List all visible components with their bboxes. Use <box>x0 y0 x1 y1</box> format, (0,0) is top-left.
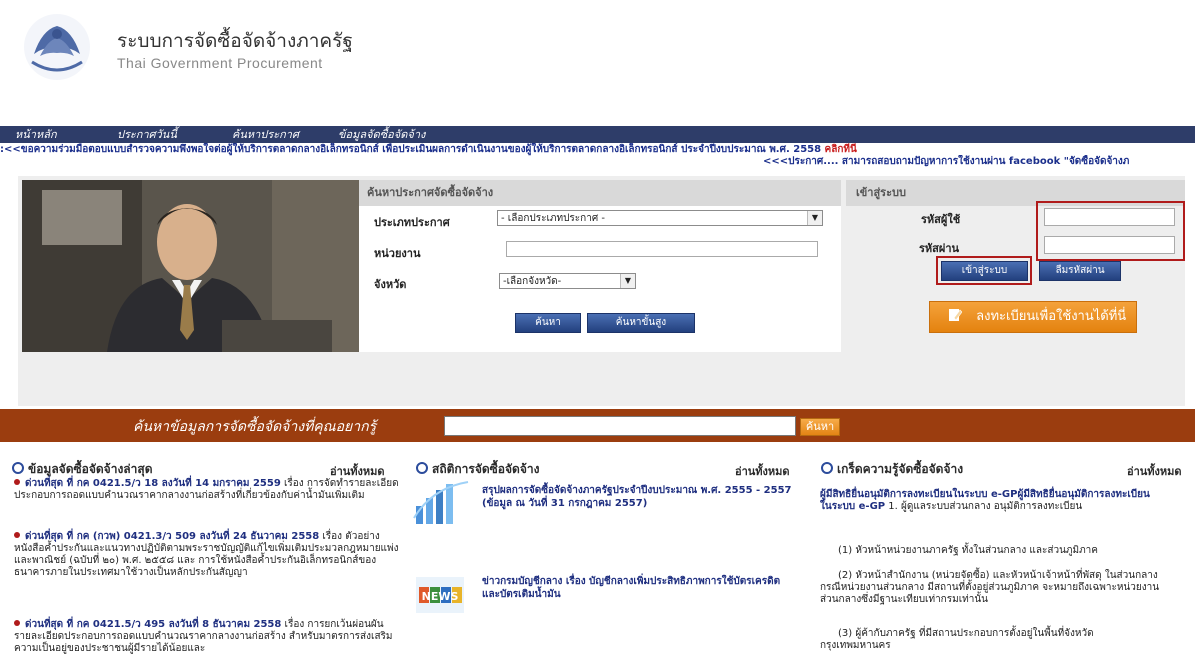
circle-icon <box>821 462 833 474</box>
agency-label: หน่วยงาน <box>374 247 421 260</box>
password-input[interactable] <box>1044 236 1175 254</box>
quick-search-label: ค้นหาข้อมูลการจัดซื้อจัดจ้างที่คุณอยากรู… <box>133 419 377 435</box>
list-item[interactable]: ด่วนที่สุด ที่ กค 0421.5/ว 495 ลงวันที่ … <box>14 619 399 655</box>
type-label: ประเภทประกาศ <box>374 216 450 229</box>
news-icon: NEWS <box>416 577 464 613</box>
bullet-icon <box>14 620 20 626</box>
quick-search-button[interactable]: ค้นหา <box>800 418 840 436</box>
list-item[interactable]: ด่วนที่สุด ที่ กค (กวพ) 0421.3/ว 509 ลงว… <box>14 531 399 579</box>
stats-item-summary[interactable]: สรุปผลการจัดซื้อจัดจ้างภาครัฐประจำปีงบปร… <box>482 484 792 510</box>
stats-item-news[interactable]: ข่าวกรมบัญชีกลาง เรื่อง บัญชีกลางเพิ่มปร… <box>482 575 792 601</box>
password-label: รหัสผ่าน <box>919 242 960 255</box>
username-label: รหัสผู้ใช้ <box>921 213 961 226</box>
comptroller-logo <box>22 12 92 82</box>
ticker-facebook: <<<ประกาศ.... สามารถสอบถามปัญหาการใช้งาน… <box>0 155 1195 168</box>
stats-readall-link[interactable]: อ่านทั้งหมด <box>735 462 790 480</box>
knowledge-heading: เกร็ดความรู้จัดซื้อจัดจ้าง <box>821 460 963 479</box>
ticker-survey-link[interactable]: คลิกที่นี่ <box>825 144 857 155</box>
quick-search-input[interactable] <box>444 416 796 436</box>
nav-procurement-data[interactable]: ข้อมูลจัดซื้อจัดจ้าง <box>338 126 425 143</box>
chevron-down-icon: ▼ <box>807 211 822 225</box>
ticker-facebook-text: <<<ประกาศ.... สามารถสอบถามปัญหาการใช้งาน… <box>763 156 1130 167</box>
circle-icon <box>12 462 24 474</box>
advanced-search-button[interactable]: ค้นหาขั้นสูง <box>587 313 695 333</box>
pencil-icon <box>948 304 963 334</box>
knowledge-line: (1) หัวหน้าหน่วยงานภาครัฐ ทั้งในส่วนกลาง… <box>838 545 1098 556</box>
latest-heading: ข้อมูลจัดซื้อจัดจ้างล่าสุด <box>12 460 153 479</box>
circle-icon <box>416 462 428 474</box>
province-label: จังหวัด <box>374 278 407 291</box>
main-nav: หน้าหลัก ประกาศวันนี้ ค้นหาประกาศ ข้อมูล… <box>0 126 1195 143</box>
nav-search-announcement[interactable]: ค้นหาประกาศ <box>232 126 299 143</box>
search-button[interactable]: ค้นหา <box>515 313 581 333</box>
search-heading: ค้นหาประกาศจัดซื้อจัดจ้าง <box>359 180 841 206</box>
list-item[interactable]: ด่วนที่สุด ที่ กค 0421.5/ว 18 ลงวันที่ 1… <box>14 478 399 502</box>
province-select[interactable]: -เลือกจังหวัด- ▼ <box>499 273 636 289</box>
svg-text:NEWS: NEWS <box>422 590 459 603</box>
knowledge-readall-link[interactable]: อ่านทั้งหมด <box>1127 462 1182 480</box>
site-title: ระบบการจัดซื้อจัดจ้างภาครัฐ <box>117 30 353 52</box>
chevron-down-icon: ▼ <box>620 274 635 288</box>
forgot-password-button[interactable]: ลืมรหัสผ่าน <box>1039 261 1121 281</box>
knowledge-line: (2) หัวหน้าสำนักงาน (หน่วยจัดซื้อ) และหั… <box>820 570 1160 605</box>
nav-today[interactable]: ประกาศวันนี้ <box>117 126 177 143</box>
login-button[interactable]: เข้าสู่ระบบ <box>941 261 1028 281</box>
knowledge-intro: ผู้มีสิทธิยื่นอนุมัติการลงทะเบียนในระบบ … <box>820 489 1150 512</box>
site-subtitle: Thai Government Procurement <box>117 55 323 71</box>
agency-input[interactable] <box>506 241 818 257</box>
stats-heading: สถิติการจัดซื้อจัดจ้าง <box>416 460 539 479</box>
executive-photo <box>22 180 359 352</box>
bullet-icon <box>14 479 20 485</box>
username-input[interactable] <box>1044 208 1175 226</box>
ticker-survey-text: :<<ขอความร่วมมือตอบแบบสำรวจความพึงพอใจต่… <box>0 144 825 155</box>
bar-chart-icon <box>412 478 472 526</box>
bullet-icon <box>14 532 20 538</box>
knowledge-line: (3) ผู้ค้ากับภาครัฐ ที่มีสถานประกอบการตั… <box>820 628 1094 651</box>
nav-home[interactable]: หน้าหลัก <box>15 126 57 143</box>
type-select[interactable]: - เลือกประเภทประกาศ - ▼ <box>497 210 823 226</box>
register-button[interactable]: ลงทะเบียนเพื่อใช้งานได้ที่นี่ <box>929 301 1137 333</box>
